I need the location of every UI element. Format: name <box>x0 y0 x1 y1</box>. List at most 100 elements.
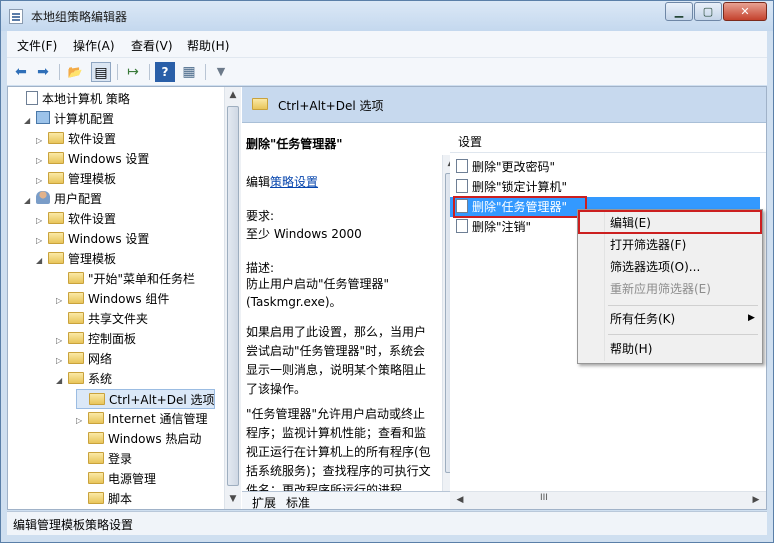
expand-arrow-icon[interactable]: ▷ <box>56 331 68 351</box>
expand-arrow-icon[interactable]: ▷ <box>76 411 88 431</box>
tree-item[interactable]: ◢ 用户配置 <box>24 189 102 209</box>
tree-item-label: 系统 <box>88 372 113 386</box>
menu-view[interactable]: 查看(V) <box>131 37 173 54</box>
expand-arrow-icon[interactable]: ▷ <box>36 171 48 191</box>
tree-item[interactable]: 电源管理 <box>76 469 156 489</box>
tab-extended[interactable]: 扩展 <box>252 494 276 511</box>
tree-item[interactable]: ◢ 计算机配置 <box>24 109 114 129</box>
scroll-up-icon[interactable]: ▲ <box>225 87 241 104</box>
ctx-all-tasks[interactable]: 所有任务(K) <box>610 308 675 330</box>
expand-arrow-icon[interactable]: ▷ <box>36 211 48 231</box>
tree-item-label: Windows 组件 <box>88 292 170 306</box>
expand-arrow-icon[interactable]: ▷ <box>56 291 68 311</box>
menu-file[interactable]: 文件(F) <box>17 37 57 54</box>
collapse-arrow-icon[interactable]: ◢ <box>24 111 36 131</box>
description-panel: 删除"任务管理器" 编辑策略设置 要求: 至少 Windows 2000 描述:… <box>242 123 442 493</box>
policy-setting-icon <box>456 159 468 173</box>
settings-hscrollbar[interactable]: ◀ III ▶ <box>450 491 766 509</box>
tree-item[interactable]: ▷ 管理模板 <box>36 169 116 189</box>
setting-row[interactable]: 删除"注销" <box>456 217 531 237</box>
tree-item[interactable]: ◢ 系统 <box>56 369 112 389</box>
collapse-arrow-icon[interactable]: ◢ <box>24 191 36 211</box>
show-hide-tree-icon[interactable]: ▤ <box>91 62 111 82</box>
window-controls: ▁ ▢ ✕ <box>664 2 767 22</box>
ctx-open-filter[interactable]: 打开筛选器(F) <box>610 234 686 256</box>
settings-column-header[interactable]: 设置 <box>458 133 482 150</box>
scroll-down-icon[interactable]: ▼ <box>225 491 241 508</box>
setting-row[interactable]: 删除"更改密码" <box>456 157 555 177</box>
window-title: 本地组策略编辑器 <box>31 10 128 24</box>
folder-icon <box>68 292 84 304</box>
policy-settings-link[interactable]: 策略设置 <box>270 175 318 189</box>
tree-item[interactable]: ▷ 软件设置 <box>36 209 116 229</box>
policy-setting-icon <box>456 219 468 233</box>
computer-icon <box>36 111 50 124</box>
requirements-value: 至少 Windows 2000 <box>246 227 362 241</box>
tree-item-label: 脚本 <box>108 492 133 506</box>
scroll-right-icon[interactable]: ▶ <box>748 492 764 509</box>
expand-arrow-icon[interactable]: ▷ <box>36 231 48 251</box>
scroll-grip[interactable]: III <box>540 493 548 503</box>
export-list-icon[interactable]: ↦ <box>123 62 143 82</box>
tree-item[interactable]: ▷ Internet 通信管理 <box>76 409 207 429</box>
minimize-button[interactable]: ▁ <box>665 2 693 21</box>
forward-arrow-icon[interactable]: ➡ <box>33 62 53 82</box>
back-arrow-icon[interactable]: ⬅ <box>11 62 31 82</box>
expand-arrow-icon[interactable]: ▷ <box>56 351 68 371</box>
tree-item-label: Windows 设置 <box>68 152 150 166</box>
tree-item[interactable]: ▷ Windows 设置 <box>36 229 149 249</box>
tree-item[interactable]: 共享文件夹 <box>56 309 148 329</box>
pane-title: Ctrl+Alt+Del 选项 <box>278 99 384 113</box>
ctx-help[interactable]: 帮助(H) <box>610 338 652 360</box>
expand-arrow-icon[interactable]: ▷ <box>36 151 48 171</box>
folder-icon <box>68 272 84 284</box>
expand-arrow-icon[interactable]: ▷ <box>36 131 48 151</box>
description-label: 描述: <box>246 261 275 275</box>
menu-action[interactable]: 操作(A) <box>73 37 115 54</box>
scroll-thumb[interactable] <box>227 106 239 486</box>
toolbar-separator <box>149 64 150 80</box>
status-text: 编辑管理模板策略设置 <box>13 518 134 532</box>
toolbar-separator <box>117 64 118 80</box>
tree-item-label: Windows 设置 <box>68 232 150 246</box>
up-folder-icon[interactable]: 📂 <box>65 62 85 82</box>
folder-icon <box>48 252 64 264</box>
tree-item[interactable]: 脚本 <box>76 489 132 509</box>
tree-item[interactable]: "开始"菜单和任务栏 <box>56 269 195 289</box>
tree-item[interactable]: Ctrl+Alt+Del 选项 <box>76 389 216 409</box>
tree-item-label: 电源管理 <box>108 472 157 486</box>
menu-separator <box>608 334 758 335</box>
tree-item-label: 计算机配置 <box>54 112 115 126</box>
tab-standard[interactable]: 标准 <box>286 494 310 511</box>
tree-item-label: Windows 热启动 <box>108 432 202 446</box>
tree-item[interactable]: ▷ Windows 设置 <box>36 149 149 169</box>
help-icon[interactable]: ? <box>155 62 175 82</box>
scroll-left-icon[interactable]: ◀ <box>452 492 468 509</box>
app-window: 本地组策略编辑器 ▁ ▢ ✕ 文件(F) 操作(A) 查看(V) 帮助(H) ⬅… <box>0 0 774 543</box>
tree-item[interactable]: ◢ 管理模板 <box>36 249 116 269</box>
toolbar-separator <box>59 64 60 80</box>
tree-item-label: 用户配置 <box>54 192 103 206</box>
tree-item[interactable]: 本地计算机 策略 <box>14 89 130 109</box>
tree-item[interactable]: Windows 热启动 <box>76 429 201 449</box>
policy-tree: 本地计算机 策略 ◢ 计算机配置 ▷ 软件设置 ▷ Windows 设置 ▷ 管理模板 ◢ 用户配置… <box>8 87 224 509</box>
collapse-arrow-icon[interactable]: ◢ <box>36 251 48 271</box>
tree-item[interactable]: ▷ 网络 <box>56 349 112 369</box>
tree-item[interactable]: 登录 <box>76 449 132 469</box>
tree-item-label: 共享文件夹 <box>88 312 149 326</box>
ctx-filter-options[interactable]: 筛选器选项(O)... <box>610 256 700 278</box>
policy-setting-icon <box>456 179 468 193</box>
folder-icon <box>88 432 104 444</box>
properties-icon[interactable]: ▦ <box>179 62 199 82</box>
close-button[interactable]: ✕ <box>723 2 767 21</box>
setting-row[interactable]: 删除"锁定计算机" <box>456 177 567 197</box>
menu-help[interactable]: 帮助(H) <box>187 37 229 54</box>
tree-item[interactable]: ▷ 软件设置 <box>36 129 116 149</box>
filter-icon[interactable]: ▼ <box>211 62 231 82</box>
tree-item[interactable]: ▷ 控制面板 <box>56 329 136 349</box>
collapse-arrow-icon[interactable]: ◢ <box>56 371 68 391</box>
folder-icon <box>68 312 84 324</box>
maximize-button[interactable]: ▢ <box>694 2 722 21</box>
tree-scrollbar[interactable]: ▲ ▼ <box>224 87 241 509</box>
tree-item[interactable]: ▷ Windows 组件 <box>56 289 169 309</box>
